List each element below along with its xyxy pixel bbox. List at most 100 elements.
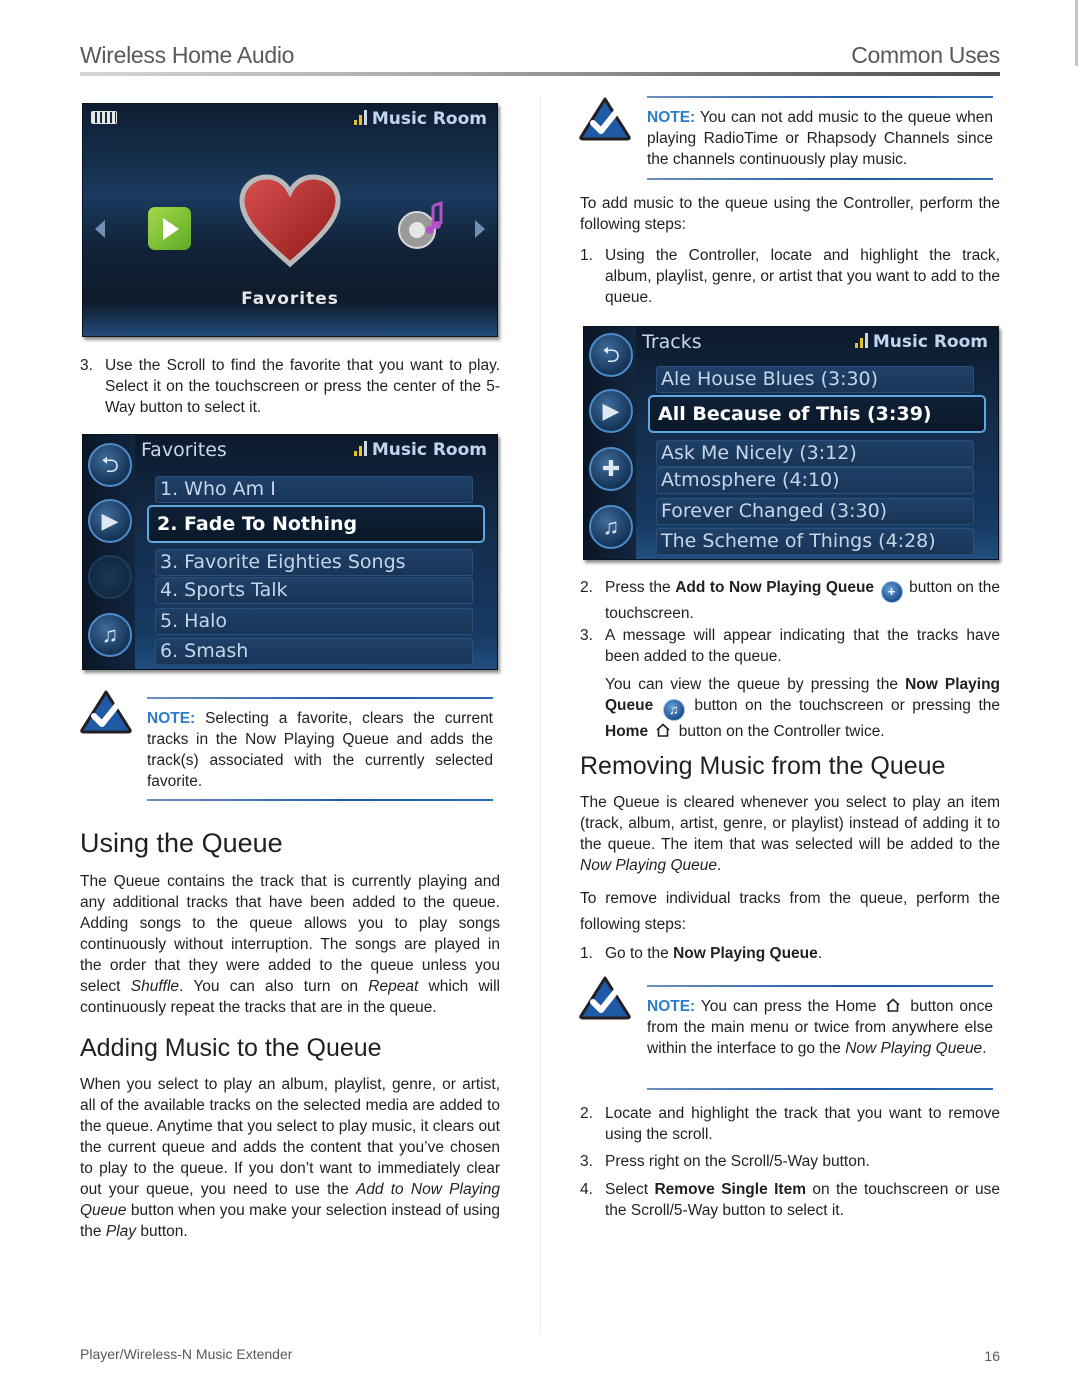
- text: button.: [136, 1223, 188, 1240]
- room-indicator: Music Room: [854, 332, 988, 352]
- note-rule-bottom: [147, 799, 493, 801]
- footer-product-name: Player/Wireless-N Music Extender: [80, 1346, 293, 1362]
- page-number: 16: [984, 1348, 1000, 1364]
- running-header-section: Common Uses: [851, 42, 1000, 68]
- text: Go to the: [605, 945, 674, 962]
- carousel-label: Favorites: [241, 289, 339, 309]
- side-button-column: ⮌ ▶ ✚ ♫: [584, 327, 636, 559]
- paragraph: To remove individual tracks from the que…: [580, 890, 1000, 933]
- room-indicator: Music Room: [353, 440, 487, 460]
- text: .: [817, 945, 823, 962]
- device-screen-favorites: ⮌ ▶ ♫ Favorites Music Room 1. Who Am I 2…: [82, 434, 498, 670]
- scrollbar[interactable]: [1075, 0, 1078, 66]
- home-icon: [886, 998, 900, 1012]
- step-number: 1.: [580, 247, 593, 264]
- note-label: NOTE:: [647, 109, 696, 126]
- list-item[interactable]: 4. Sports Talk: [155, 577, 473, 604]
- paragraph: To add music to the queue using the Cont…: [580, 195, 1000, 233]
- step-number: 2.: [580, 579, 593, 596]
- paragraph: The Queue contains the track that is cur…: [80, 871, 500, 1018]
- italic-text: Now Playing Queue: [580, 857, 717, 874]
- list-item[interactable]: 5. Halo: [155, 608, 473, 635]
- back-button[interactable]: ⮌: [88, 443, 132, 487]
- note-check-icon: [579, 97, 631, 141]
- signal-icon: [854, 333, 869, 348]
- text: button on the touchscreen or pressing th…: [686, 697, 1000, 714]
- section-heading: Using the Queue: [80, 828, 283, 858]
- now-playing-queue-button[interactable]: ♫: [589, 505, 633, 549]
- list-item-selected[interactable]: All Because of This (3:39): [648, 395, 986, 433]
- add-to-queue-icon: +: [880, 581, 903, 603]
- device-screen-tracks: ⮌ ▶ ✚ ♫ Tracks Music Room Ale House Blue…: [583, 326, 999, 560]
- list-item[interactable]: The Scheme of Things (4:28): [656, 528, 974, 555]
- italic-text: Now Playing Queue: [845, 1040, 983, 1057]
- room-name: Music Room: [371, 109, 487, 129]
- signal-icon: [353, 441, 368, 456]
- home-icon: [656, 723, 670, 737]
- left-arrow-icon[interactable]: [95, 220, 105, 238]
- list-item[interactable]: Atmosphere (4:10): [656, 467, 974, 494]
- subsection-heading: Adding Music to the Queue: [80, 1034, 382, 1062]
- now-playing-queue-button[interactable]: ♫: [88, 613, 132, 657]
- paragraph: The Queue is cleared whenever you select…: [580, 792, 1000, 876]
- note-text: NOTE: You can press the Home button once…: [647, 996, 993, 1059]
- list-item[interactable]: 6. Smash: [155, 638, 473, 665]
- text: The Queue is cleared whenever you select…: [580, 794, 1000, 853]
- column-divider: [540, 95, 541, 1335]
- step-number: 4.: [580, 1181, 593, 1198]
- text: Press the: [605, 579, 676, 596]
- list-item-selected[interactable]: 2. Fade To Nothing: [147, 505, 485, 543]
- play-tile-icon[interactable]: [148, 207, 191, 250]
- text: When you select to play an album, playli…: [80, 1076, 500, 1198]
- room-name: Music Room: [872, 332, 988, 352]
- note-rule-bottom: [647, 178, 993, 180]
- heart-favorites-icon[interactable]: [238, 174, 343, 269]
- screen-title: Tracks: [642, 331, 702, 353]
- text: You can view the queue by pressing the: [605, 676, 906, 693]
- list-item[interactable]: Ale House Blues (3:30): [656, 366, 974, 393]
- step-number: 2.: [580, 1105, 593, 1122]
- speaker-music-icon[interactable]: [395, 200, 451, 252]
- right-arrow-icon[interactable]: [475, 220, 485, 238]
- note-rule-top: [647, 96, 993, 98]
- step-number: 3.: [80, 357, 93, 374]
- step-number: 3.: [580, 627, 593, 644]
- italic-text: Play: [105, 1223, 137, 1240]
- back-button[interactable]: ⮌: [589, 333, 633, 377]
- note-label: NOTE:: [147, 710, 196, 727]
- screen-title: Favorites: [141, 439, 227, 461]
- signal-icon: [353, 110, 368, 125]
- room-indicator: Music Room: [353, 109, 487, 129]
- running-header-title: Wireless Home Audio: [80, 42, 295, 68]
- list-item[interactable]: Ask Me Nicely (3:12): [656, 440, 974, 467]
- note-check-icon: [80, 690, 132, 734]
- device-screen-home: Music Room Favorites: [82, 103, 498, 337]
- play-button[interactable]: ▶: [589, 389, 633, 433]
- note-body: Selecting a favorite, clears the current…: [147, 710, 493, 790]
- now-playing-queue-icon: ♫: [662, 699, 685, 721]
- step-text: Go to the Now Playing Queue.: [605, 943, 1000, 964]
- step-text: Press right on the Scroll/5-Way button.: [605, 1153, 870, 1170]
- battery-icon: [91, 111, 117, 124]
- note-body: You can not add music to the queue when …: [647, 109, 993, 168]
- note-rule-top: [647, 985, 993, 987]
- note-body: You can press the Home: [695, 998, 883, 1015]
- add-to-queue-button[interactable]: ✚: [589, 447, 633, 491]
- play-button[interactable]: ▶: [88, 499, 132, 543]
- text: button on the Controller twice.: [674, 723, 885, 740]
- list-item[interactable]: 1. Who Am I: [155, 476, 473, 503]
- bold-text: Add to Now Playing Queue: [675, 579, 875, 596]
- bold-text: Now Playing Queue: [673, 945, 818, 962]
- subsection-heading: Removing Music from the Queue: [580, 752, 946, 780]
- empty-button-slot: [88, 555, 132, 599]
- list-item[interactable]: 3. Favorite Eighties Songs: [155, 549, 473, 576]
- room-name: Music Room: [371, 440, 487, 460]
- text: The Queue contains the track that is cur…: [80, 873, 500, 995]
- list-item[interactable]: Forever Changed (3:30): [656, 498, 974, 525]
- italic-text: Shuffle: [130, 978, 180, 995]
- note-text: NOTE: You can not add music to the queue…: [647, 107, 993, 170]
- step-text: Use the Scroll to find the favorite that…: [105, 357, 500, 416]
- paragraph: When you select to play an album, playli…: [80, 1074, 500, 1242]
- side-button-column: ⮌ ▶ ♫: [83, 435, 135, 669]
- step-number: 3.: [580, 1153, 593, 1170]
